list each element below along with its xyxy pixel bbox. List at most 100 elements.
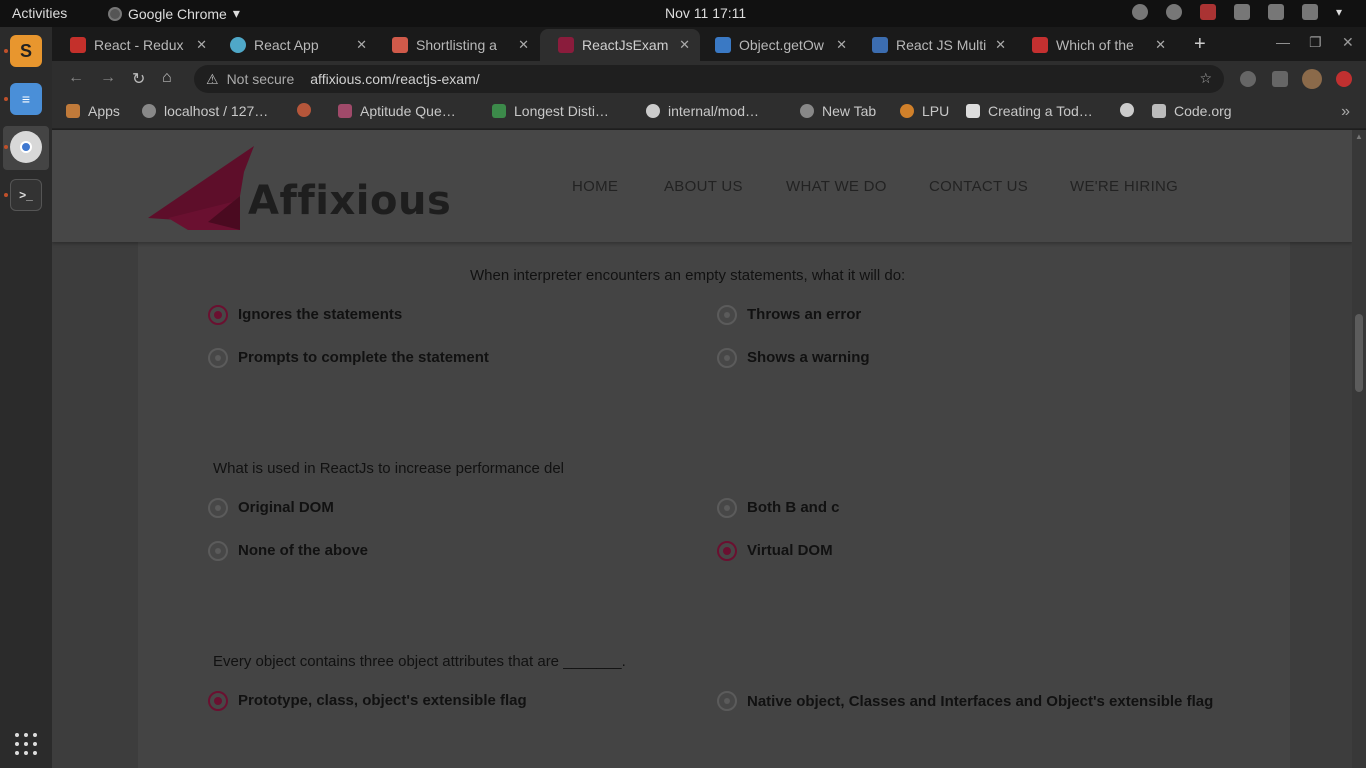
react-icon xyxy=(230,37,246,53)
show-apps-icon[interactable] xyxy=(15,733,37,755)
bookmark-apps[interactable]: Apps xyxy=(66,103,120,119)
question-text: What is used in ReactJs to increase perf… xyxy=(213,460,564,477)
option-native-object-classes[interactable]: Native object, Classes and Interfaces an… xyxy=(717,691,1217,718)
back-arrow-icon[interactable]: ← xyxy=(68,69,84,87)
avatar[interactable] xyxy=(1302,69,1322,89)
site-icon xyxy=(1032,37,1048,53)
gfg-icon xyxy=(492,104,506,118)
close-icon[interactable]: ✕ xyxy=(995,37,1006,53)
system-tray[interactable]: ▾ xyxy=(1131,4,1342,20)
tab-reactjs-exam[interactable]: ReactJsExam ✕ xyxy=(540,29,700,61)
close-icon[interactable]: ✕ xyxy=(356,37,367,53)
address-bar[interactable]: ⚠ Not secure affixious.com/reactjs-exam/… xyxy=(194,65,1224,93)
notification-icon[interactable] xyxy=(1199,4,1216,20)
option-prototype-class-flag[interactable]: Prototype, class, object's extensible fl… xyxy=(208,691,527,711)
url-text[interactable]: affixious.com/reactjs-exam/ xyxy=(310,71,479,87)
tab-shortlisting[interactable]: Shortlisting a ✕ xyxy=(374,29,539,61)
bookmark-new-tab[interactable]: New Tab xyxy=(800,103,876,119)
activities-button[interactable]: Activities xyxy=(12,5,67,21)
radio-button[interactable] xyxy=(717,541,737,561)
sublime-text-icon[interactable]: S xyxy=(10,35,42,67)
radio-button[interactable] xyxy=(717,691,737,711)
chevron-right-icon[interactable]: » xyxy=(1341,103,1350,121)
affixious-icon xyxy=(558,37,574,53)
logo-wordmark[interactable]: Affixious xyxy=(248,178,451,224)
option-none-of-above[interactable]: None of the above xyxy=(208,541,368,561)
page-scrollbar[interactable]: ▲ xyxy=(1352,130,1366,768)
sync-icon[interactable] xyxy=(1165,4,1182,20)
clock[interactable]: Nov 11 17:11 xyxy=(665,5,746,21)
chrome-icon[interactable] xyxy=(10,131,42,163)
option-both-b-and-c[interactable]: Both B and c xyxy=(717,498,840,518)
close-icon[interactable]: ✕ xyxy=(1155,37,1166,53)
nav-were-hiring[interactable]: WE'RE HIRING xyxy=(1070,178,1178,195)
scrollbar-thumb[interactable] xyxy=(1355,314,1363,392)
forward-arrow-icon[interactable]: → xyxy=(100,69,116,87)
radio-button[interactable] xyxy=(717,498,737,518)
close-icon[interactable]: ✕ xyxy=(196,37,207,53)
mdn-icon xyxy=(715,37,731,53)
nav-about-us[interactable]: ABOUT US xyxy=(664,178,743,195)
bookmark-aptitude[interactable]: Aptitude Que… xyxy=(338,103,456,119)
site-header: Affixious HOME ABOUT US WHAT WE DO CONTA… xyxy=(52,130,1352,242)
volume-icon[interactable] xyxy=(1267,4,1284,20)
bookmark-github[interactable] xyxy=(1120,103,1142,117)
site-icon xyxy=(872,37,888,53)
tab-object-getown[interactable]: Object.getOw ✕ xyxy=(697,29,857,61)
close-icon[interactable]: ✕ xyxy=(518,37,529,53)
warning-icon[interactable]: ⚠ xyxy=(206,71,219,88)
close-icon[interactable]: ✕ xyxy=(679,37,690,53)
text-editor-icon[interactable]: ≡ xyxy=(10,83,42,115)
bookmark-code-org[interactable]: Code.org xyxy=(1152,103,1232,119)
radio-button[interactable] xyxy=(208,541,228,561)
option-shows-warning[interactable]: Shows a warning xyxy=(717,348,870,368)
settings-icon[interactable] xyxy=(1131,4,1148,20)
app-menu[interactable]: Google Chrome ▾ xyxy=(108,5,240,22)
nav-what-we-do[interactable]: WHAT WE DO xyxy=(786,178,887,195)
reload-icon[interactable]: ↻ xyxy=(132,69,145,89)
update-icon[interactable] xyxy=(1336,71,1352,87)
nav-contact-us[interactable]: CONTACT US xyxy=(929,178,1028,195)
tab-react-redux[interactable]: React - Redux ✕ xyxy=(52,29,217,61)
close-window-button[interactable]: ✕ xyxy=(1342,34,1354,51)
close-icon[interactable]: ✕ xyxy=(836,37,847,53)
nav-home[interactable]: HOME xyxy=(572,178,618,195)
radio-button[interactable] xyxy=(208,305,228,325)
option-throws-error[interactable]: Throws an error xyxy=(717,305,861,325)
globe-icon xyxy=(142,104,156,118)
bookmark-star-icon[interactable]: ☆ xyxy=(1199,70,1212,87)
bookmark-internal-mod[interactable]: internal/mod… xyxy=(646,103,759,119)
wifi-icon[interactable] xyxy=(1233,4,1250,20)
tab-react-js-multi[interactable]: React JS Multi ✕ xyxy=(854,29,1016,61)
home-icon[interactable]: ⌂ xyxy=(162,69,172,87)
puzzle-icon[interactable] xyxy=(1272,71,1288,87)
option-prompts-complete[interactable]: Prompts to complete the statement xyxy=(208,348,489,368)
bookmark-lpu[interactable]: LPU xyxy=(900,103,949,119)
option-original-dom[interactable]: Original DOM xyxy=(208,498,334,518)
radio-button[interactable] xyxy=(208,691,228,711)
radio-button[interactable] xyxy=(717,305,737,325)
new-tab-button[interactable]: + xyxy=(1194,33,1206,56)
minimize-button[interactable]: — xyxy=(1276,34,1290,50)
security-status[interactable]: Not secure xyxy=(227,71,295,87)
youtube-icon xyxy=(70,37,86,53)
option-virtual-dom[interactable]: Virtual DOM xyxy=(717,541,833,561)
tab-react-app[interactable]: React App ✕ xyxy=(212,29,377,61)
extension-icon[interactable] xyxy=(1240,71,1256,87)
scroll-up-icon[interactable]: ▲ xyxy=(1355,132,1363,141)
bookmark-creating-todo[interactable]: Creating a Tod… xyxy=(966,103,1093,119)
tab-which-of-the[interactable]: Which of the ✕ xyxy=(1014,29,1176,61)
chevron-down-icon[interactable]: ▾ xyxy=(1336,5,1342,19)
radio-button[interactable] xyxy=(208,348,228,368)
radio-button[interactable] xyxy=(717,348,737,368)
bookmark-longest[interactable]: Longest Disti… xyxy=(492,103,609,119)
web-content: Affixious HOME ABOUT US WHAT WE DO CONTA… xyxy=(52,130,1366,768)
bookmark-google[interactable] xyxy=(297,103,319,117)
bookmark-localhost[interactable]: localhost / 127… xyxy=(142,103,268,119)
option-ignores-statements[interactable]: Ignores the statements xyxy=(208,305,402,325)
radio-button[interactable] xyxy=(208,498,228,518)
terminal-icon[interactable]: >_ xyxy=(10,179,42,211)
running-indicator xyxy=(4,49,8,53)
maximize-button[interactable]: ❐ xyxy=(1309,34,1322,51)
battery-icon[interactable] xyxy=(1301,4,1318,20)
